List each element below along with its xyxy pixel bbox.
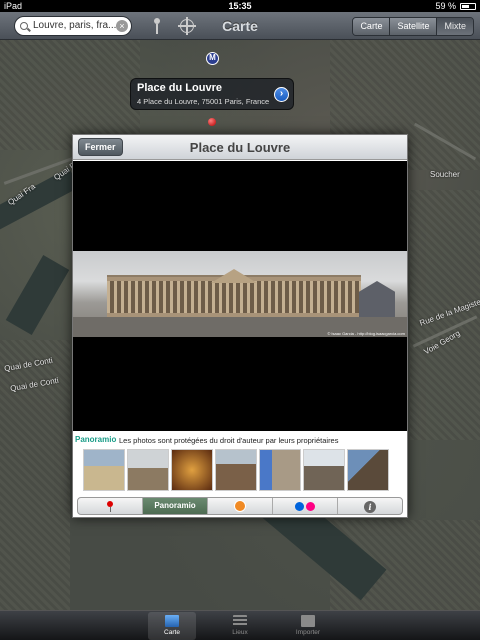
panoramio-row: Panoramio Les photos sont protégées du d… — [73, 433, 407, 447]
thumbnail[interactable] — [127, 449, 169, 491]
search-input[interactable]: Louvre, paris, fra... × — [14, 16, 132, 36]
locate-me-button[interactable] — [178, 17, 196, 35]
modal-header: Fermer Place du Louvre — [73, 135, 407, 160]
photo-dome — [359, 281, 395, 317]
photo-credit: © Isaac Garcia - http://blog.isaacgarcia… — [327, 331, 405, 336]
map-type-carte[interactable]: Carte — [353, 18, 390, 35]
tab-lieux[interactable]: Lieux — [216, 612, 264, 640]
map-type-satellite[interactable]: Satellite — [389, 18, 437, 35]
chevron-right-icon[interactable]: › — [274, 87, 289, 102]
map-icon — [165, 615, 179, 627]
navigation-bar: Louvre, paris, fra... × Carte Carte Sate… — [0, 12, 480, 40]
flickr-icon — [295, 502, 315, 511]
clear-search-icon[interactable]: × — [116, 20, 128, 32]
photo-facade — [107, 277, 361, 317]
battery-fill — [462, 5, 470, 8]
flickr-dot-blue — [295, 502, 304, 511]
tool-user[interactable] — [207, 498, 272, 514]
drop-pin-button[interactable] — [152, 18, 162, 36]
photo-columns — [107, 281, 361, 313]
tool-pin[interactable] — [78, 498, 142, 514]
tab-importer[interactable]: Importer — [284, 612, 332, 640]
metro-icon: M — [206, 52, 219, 65]
user-icon — [234, 500, 246, 512]
street-label: Soucher — [430, 170, 460, 179]
panoramio-logo: Panoramio — [75, 435, 117, 444]
battery-percent: 59 % — [435, 1, 456, 11]
thumbnail[interactable] — [259, 449, 301, 491]
location-callout[interactable]: Place du Louvre 4 Place du Louvre, 75001… — [130, 78, 294, 110]
photo-thumbnails — [83, 449, 397, 491]
panoramio-icon: Panoramio — [154, 501, 196, 510]
seine-river — [5, 255, 70, 335]
map-type-selector: Carte Satellite Mixte — [352, 17, 474, 36]
copyright-notice: Les photos sont protégées du droit d'aut… — [119, 436, 339, 445]
clock: 15:35 — [228, 1, 252, 11]
callout-title: Place du Louvre — [137, 82, 222, 94]
tab-carte[interactable]: Carte — [148, 612, 196, 640]
pin-stem — [156, 24, 158, 34]
modal-title: Place du Louvre — [189, 140, 291, 155]
search-value: Louvre, paris, fra... — [33, 20, 117, 31]
thumbnail[interactable] — [215, 449, 257, 491]
tool-panoramio[interactable]: Panoramio — [142, 498, 207, 514]
info-icon: i — [364, 501, 376, 513]
callout-address: 4 Place du Louvre, 75001 Paris, France — [137, 97, 270, 106]
thumbnail[interactable] — [83, 449, 125, 491]
tab-label: Carte — [164, 629, 180, 636]
pin-icon — [107, 501, 113, 512]
tab-bar: Carte Lieux Importer — [0, 610, 480, 640]
thumbnail[interactable] — [171, 449, 213, 491]
place-details-modal: Fermer Place du Louvre © Isaac Garcia - … — [72, 134, 408, 518]
map-pin-icon[interactable] — [208, 118, 216, 126]
tool-info[interactable]: i — [337, 498, 402, 514]
status-bar: iPad 15:35 59 % — [0, 0, 480, 12]
flickr-dot-pink — [306, 502, 315, 511]
photo-source-toolbar: Panoramio i — [77, 497, 403, 515]
close-button[interactable]: Fermer — [78, 138, 123, 156]
list-icon — [233, 615, 247, 627]
download-icon — [301, 615, 315, 627]
louvre-photo[interactable]: © Isaac Garcia - http://blog.isaacgarcia… — [73, 251, 407, 337]
photo-viewer[interactable]: © Isaac Garcia - http://blog.isaacgarcia… — [73, 161, 407, 452]
tab-label: Importer — [295, 629, 321, 636]
battery-icon — [460, 3, 476, 10]
thumbnail[interactable] — [347, 449, 389, 491]
tab-label: Lieux — [232, 629, 248, 636]
search-icon — [20, 22, 28, 30]
map-type-mixte[interactable]: Mixte — [436, 18, 473, 35]
thumbnail[interactable] — [303, 449, 345, 491]
tool-flickr[interactable] — [272, 498, 337, 514]
